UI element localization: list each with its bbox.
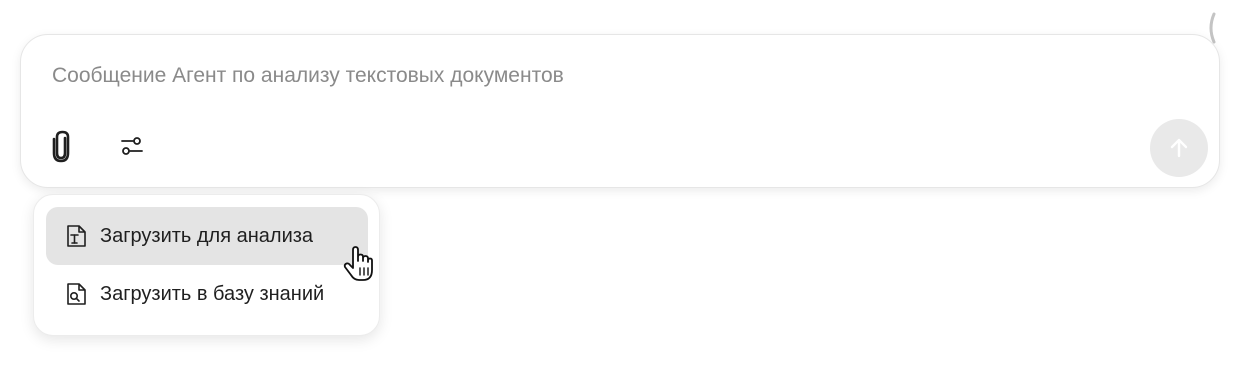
sliders-icon bbox=[121, 137, 143, 155]
message-input[interactable] bbox=[52, 61, 1152, 91]
arrow-up-icon bbox=[1170, 138, 1188, 158]
menu-item-upload-for-analysis[interactable]: Загрузить для анализа bbox=[46, 207, 368, 265]
menu-item-upload-to-knowledge-base[interactable]: Загрузить в базу знаний bbox=[46, 265, 368, 323]
paperclip-icon bbox=[52, 130, 70, 163]
send-button[interactable] bbox=[1150, 119, 1208, 177]
attach-button[interactable] bbox=[44, 128, 80, 164]
hand-pointer-cursor-icon bbox=[343, 246, 373, 281]
message-composer bbox=[20, 34, 1220, 188]
text-file-icon bbox=[63, 223, 89, 249]
search-file-icon bbox=[63, 281, 89, 307]
upload-menu: Загрузить для анализа Загрузить в базу з… bbox=[33, 194, 380, 336]
menu-item-label: Загрузить в базу знаний bbox=[100, 282, 325, 305]
menu-item-label: Загрузить для анализа bbox=[100, 224, 314, 247]
settings-button[interactable] bbox=[114, 128, 150, 164]
chat-page: Загрузить для анализа Загрузить в базу з… bbox=[0, 0, 1242, 378]
